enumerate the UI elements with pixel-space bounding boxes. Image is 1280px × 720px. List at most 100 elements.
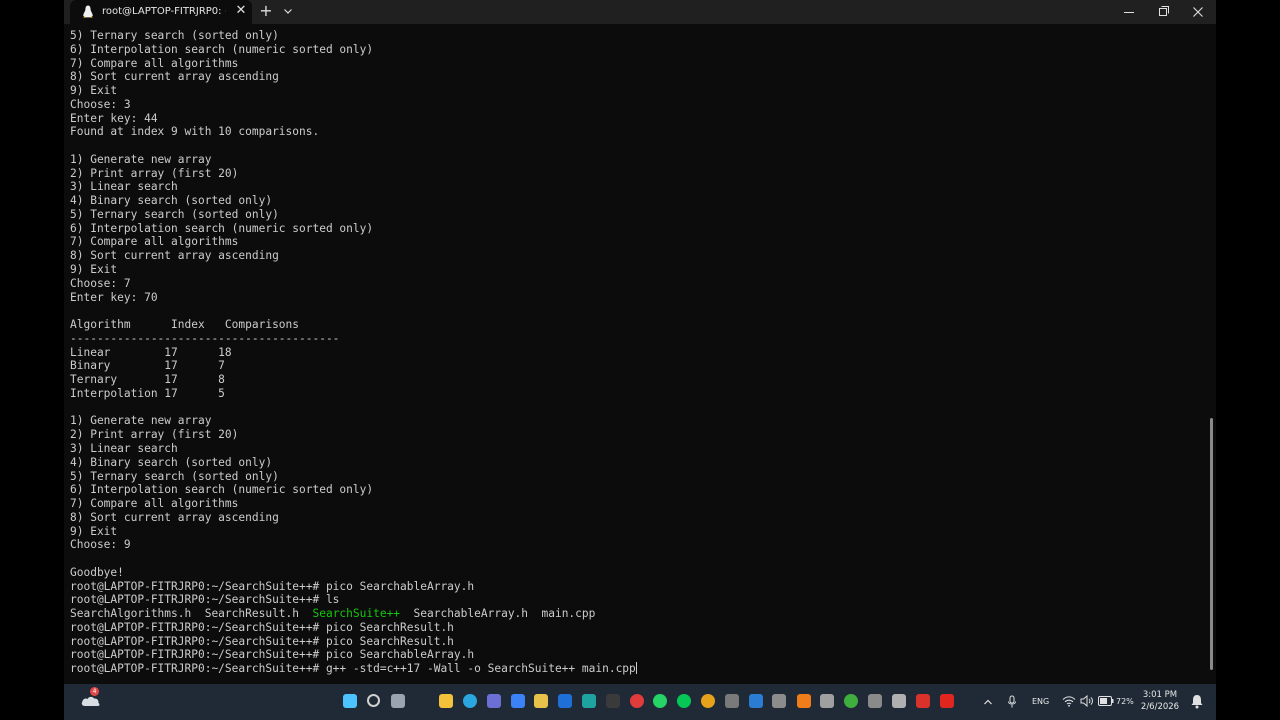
terminal-line: 8) Sort current array ascending bbox=[70, 249, 279, 263]
terminal-line: Ternary 17 8 bbox=[70, 373, 225, 387]
whatsapp-icon[interactable] bbox=[653, 694, 667, 708]
chevron-up-icon[interactable] bbox=[982, 696, 994, 708]
terminal-line: 2) Print array (first 20) bbox=[70, 428, 239, 442]
terminal-line: 5) Ternary search (sorted only) bbox=[70, 29, 279, 42]
terminal-line: root@LAPTOP-FITRJRP0:~/SearchSuite++# pi… bbox=[70, 579, 475, 593]
title-bar: root@LAPTOP-FITRJRP0: ~/Se ✕ + bbox=[64, 0, 1216, 24]
maximize-button[interactable] bbox=[1146, 0, 1180, 24]
store-icon[interactable] bbox=[511, 694, 525, 708]
clock-date: 2/6/2026 bbox=[1140, 702, 1180, 712]
terminal-icon[interactable] bbox=[606, 694, 620, 708]
terminal-line: 2) Print array (first 20) bbox=[70, 166, 239, 180]
teams-icon[interactable] bbox=[487, 694, 501, 708]
terminal-line: root@LAPTOP-FITRJRP0:~/SearchSuite++# ls bbox=[70, 593, 340, 607]
terminal-line: Enter key: 70 bbox=[70, 290, 158, 304]
speaker-icon[interactable] bbox=[1080, 695, 1094, 707]
libreoffice-icon[interactable] bbox=[916, 694, 930, 708]
microphone-icon[interactable] bbox=[1006, 695, 1018, 709]
chrome-icon[interactable] bbox=[701, 694, 715, 708]
tab-title: root@LAPTOP-FITRJRP0: ~/Se bbox=[102, 6, 226, 17]
line-icon[interactable] bbox=[677, 694, 691, 708]
task-view-icon[interactable] bbox=[391, 694, 405, 708]
notification-badge: 4 bbox=[90, 687, 99, 696]
terminal-output[interactable]: 5) Ternary search (sorted only) 6) Interp… bbox=[70, 29, 1200, 681]
terminal-line: 5) Ternary search (sorted only) bbox=[70, 207, 279, 221]
terminal-line: Linear 17 18 bbox=[70, 345, 232, 359]
terminal-line: Interpolation 17 5 bbox=[70, 386, 225, 400]
terminal-scrollbar[interactable] bbox=[1210, 418, 1213, 670]
opera-icon[interactable] bbox=[630, 694, 644, 708]
terminal-line: Found at index 9 with 10 comparisons. bbox=[70, 125, 320, 139]
calendar-app-icon[interactable] bbox=[892, 694, 906, 708]
terminal-line: root@LAPTOP-FITRJRP0:~/SearchSuite++# pi… bbox=[70, 634, 454, 648]
word-icon[interactable] bbox=[749, 694, 763, 708]
terminal-line: 6) Interpolation search (numeric sorted … bbox=[70, 483, 374, 497]
terminal-line: 8) Sort current array ascending bbox=[70, 510, 279, 524]
terminal-line: 4) Binary search (sorted only) bbox=[70, 455, 273, 469]
terminal-line: Choose: 7 bbox=[70, 276, 131, 290]
minimize-button[interactable] bbox=[1112, 0, 1146, 24]
terminal-line: root@LAPTOP-FITRJRP0:~/SearchSuite++# pi… bbox=[70, 620, 454, 634]
xbox-icon[interactable] bbox=[844, 694, 858, 708]
new-tab-button[interactable]: + bbox=[258, 3, 274, 19]
notification-bell-icon[interactable] bbox=[1190, 694, 1204, 709]
acrobat-icon[interactable] bbox=[940, 694, 954, 708]
terminal-line: 4) Binary search (sorted only) bbox=[70, 194, 273, 208]
terminal-line: Enter key: 44 bbox=[70, 111, 158, 125]
clock-time: 3:01 PM bbox=[1142, 690, 1178, 700]
terminal-line: 3) Linear search bbox=[70, 180, 178, 194]
linux-penguin-icon bbox=[83, 5, 93, 18]
close-window-button[interactable] bbox=[1181, 0, 1215, 24]
language-indicator[interactable]: ENG bbox=[1032, 697, 1049, 706]
search-icon[interactable] bbox=[367, 694, 380, 707]
terminal-line: root@LAPTOP-FITRJRP0:~/SearchSuite++# pi… bbox=[70, 648, 475, 662]
ls-output-line: SearchAlgorithms.h SearchResult.h Search… bbox=[70, 607, 1200, 621]
outlook-icon[interactable] bbox=[558, 694, 572, 708]
notes-icon[interactable] bbox=[534, 694, 548, 708]
taskbar: 4 ENG 72% 3:01 PM 2/6/2026 bbox=[64, 684, 1216, 720]
terminal-line: 1) Generate new array bbox=[70, 414, 212, 428]
calculator-icon[interactable] bbox=[725, 694, 739, 708]
ls-executable: SearchSuite++ bbox=[312, 607, 401, 621]
terminal-line: 5) Ternary search (sorted only) bbox=[70, 469, 279, 483]
terminal-line: 9) Exit bbox=[70, 263, 118, 277]
terminal-line: 9) Exit bbox=[70, 84, 118, 98]
terminal-line: 6) Interpolation search (numeric sorted … bbox=[70, 42, 374, 56]
grid-app-icon[interactable] bbox=[820, 694, 834, 708]
close-tab-button[interactable]: ✕ bbox=[234, 4, 248, 18]
edge-icon[interactable] bbox=[463, 694, 477, 708]
wifi-icon[interactable] bbox=[1062, 695, 1076, 707]
terminal-line: 1) Generate new array bbox=[70, 152, 212, 166]
camera-icon[interactable] bbox=[868, 694, 882, 708]
terminal-line: 7) Compare all algorithms bbox=[70, 56, 239, 70]
battery-percent: 72% bbox=[1116, 697, 1134, 706]
terminal-window: root@LAPTOP-FITRJRP0: ~/Se ✕ + 5) Ternar… bbox=[64, 0, 1216, 684]
settings-icon[interactable] bbox=[772, 694, 786, 708]
terminal-line: 9) Exit bbox=[70, 524, 118, 538]
browser-icon[interactable] bbox=[582, 694, 596, 708]
terminal-line: 7) Compare all algorithms bbox=[70, 497, 239, 511]
terminal-line: Goodbye! bbox=[70, 565, 124, 579]
terminal-line: Algorithm Index Comparisons bbox=[70, 318, 300, 332]
terminal-line: 3) Linear search bbox=[70, 441, 178, 455]
terminal-line: 7) Compare all algorithms bbox=[70, 235, 239, 249]
ls-files: SearchableArray.h main.cpp bbox=[400, 607, 596, 621]
start-icon[interactable] bbox=[343, 694, 357, 708]
ls-files: SearchAlgorithms.h SearchResult.h bbox=[70, 607, 313, 621]
chevron-down-icon[interactable] bbox=[281, 4, 295, 18]
text-cursor bbox=[635, 662, 637, 675]
terminal-line: Binary 17 7 bbox=[70, 359, 225, 373]
terminal-line: Choose: 9 bbox=[70, 538, 131, 552]
terminal-line: Choose: 3 bbox=[70, 97, 131, 111]
terminal-line: 6) Interpolation search (numeric sorted … bbox=[70, 221, 374, 235]
file-explorer-icon[interactable] bbox=[439, 694, 453, 708]
sublime-icon[interactable] bbox=[797, 694, 811, 708]
clock[interactable]: 3:01 PM 2/6/2026 bbox=[1135, 689, 1185, 713]
terminal-tab[interactable]: root@LAPTOP-FITRJRP0: ~/Se ✕ bbox=[70, 0, 252, 24]
terminal-line: ---------------------------------------- bbox=[70, 331, 340, 345]
battery-icon[interactable] bbox=[1098, 696, 1114, 706]
